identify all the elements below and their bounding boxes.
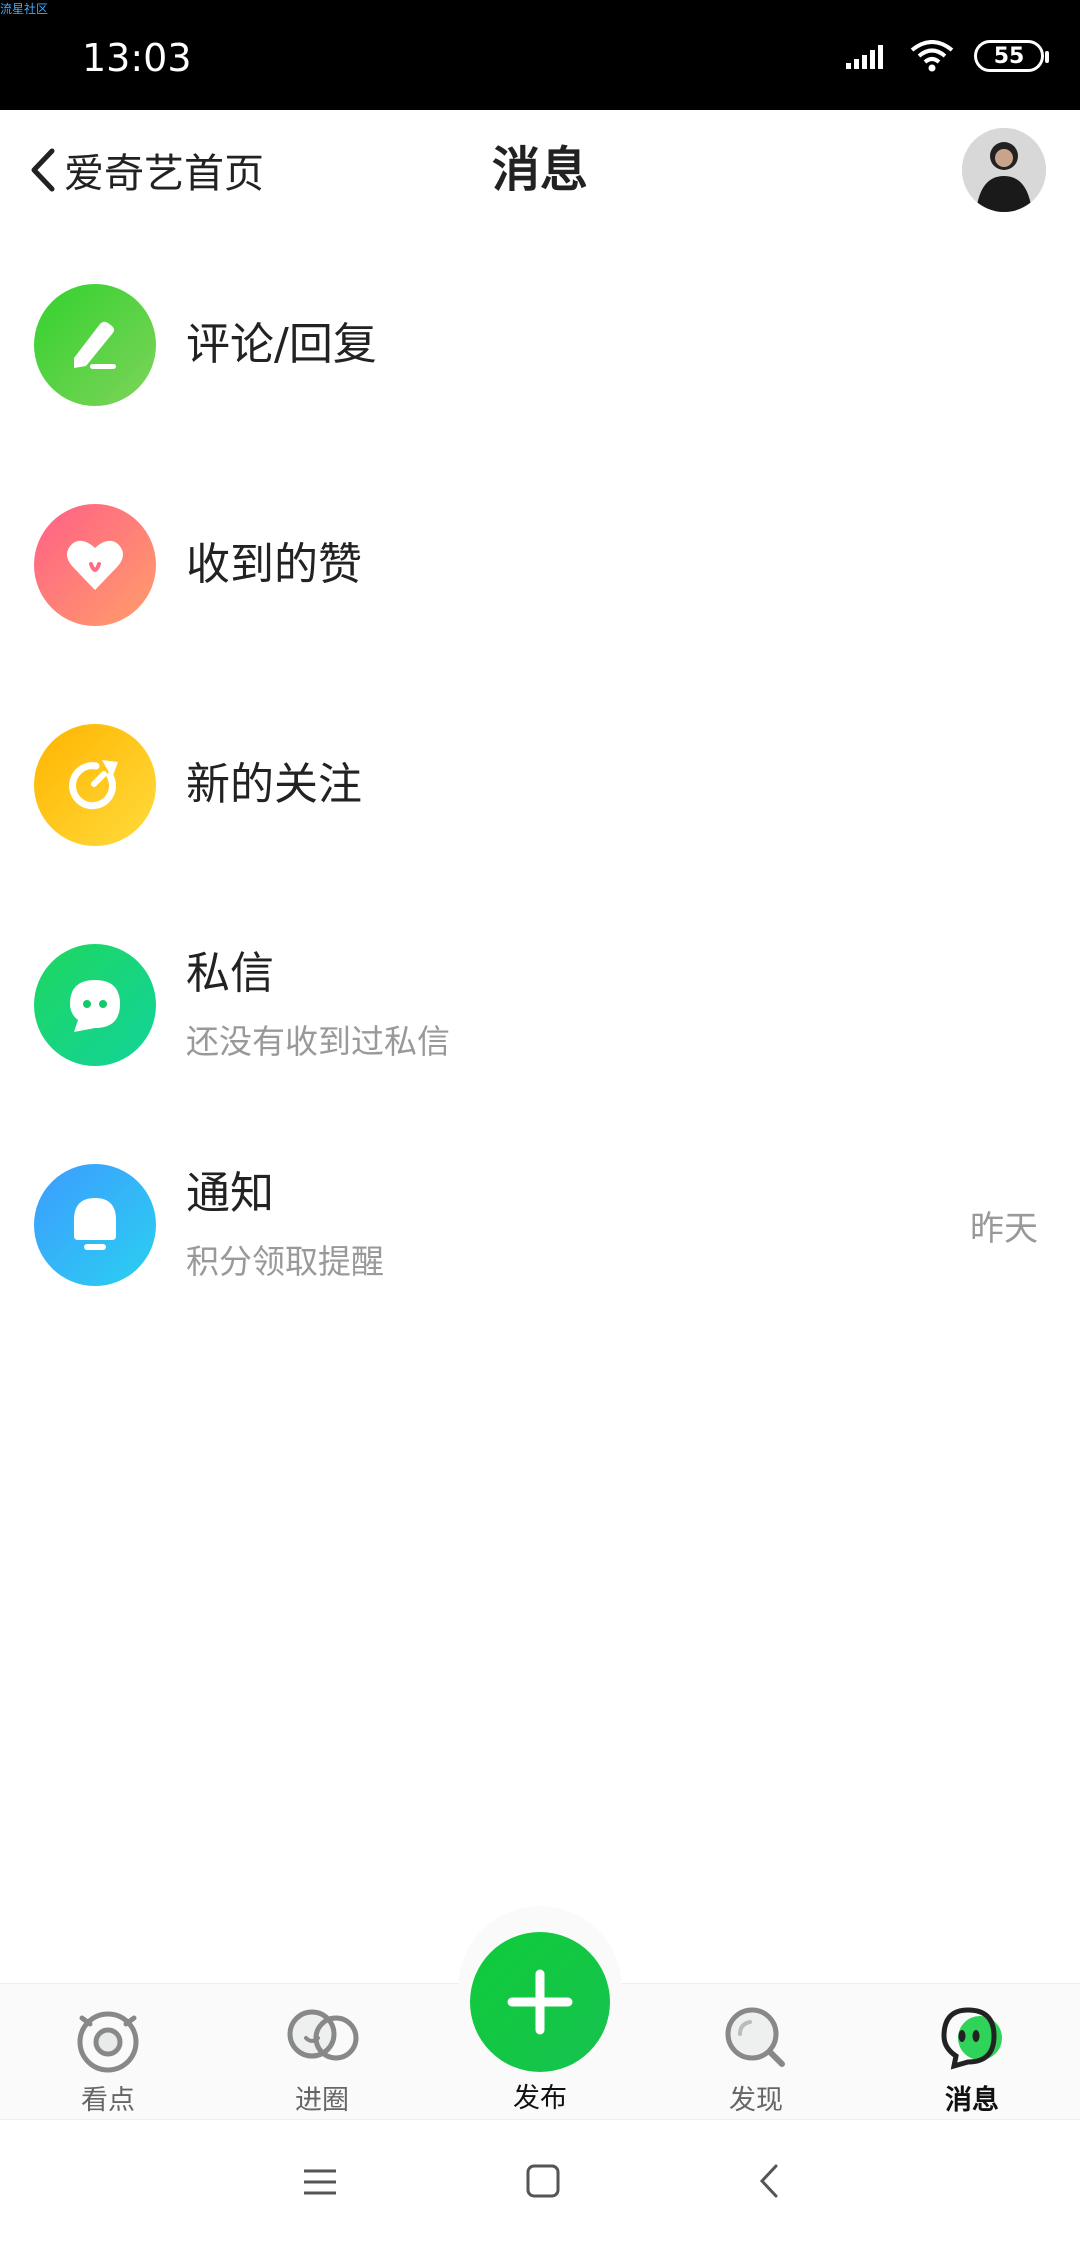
row-icon-bg bbox=[34, 504, 156, 626]
status-corner-label: 流星社区 bbox=[0, 2, 49, 16]
nav-label: 进圈 bbox=[295, 2085, 349, 2116]
battery-level: 55 bbox=[993, 43, 1025, 69]
row-subtitle: 积分领取提醒 bbox=[186, 1242, 384, 1281]
battery-indicator: 55 bbox=[974, 40, 1049, 72]
row-title: 评论/回复 bbox=[186, 319, 377, 370]
nav-tab-kandian[interactable]: 看点 bbox=[28, 1984, 188, 2120]
row-text: 通知 积分领取提醒 bbox=[186, 1166, 384, 1284]
nav-label: 消息 bbox=[945, 2085, 999, 2116]
list-item-likes[interactable]: 收到的赞 bbox=[0, 455, 1080, 675]
nav-label: 发现 bbox=[729, 2085, 783, 2116]
follow-icon bbox=[69, 760, 118, 810]
eye-watch-icon bbox=[77, 2011, 139, 2073]
message-list: 评论/回复 收到的赞 新的关注 私信 还没有收到过私信 通知 积分领取提醒 昨天 bbox=[0, 235, 1080, 1335]
menu-icon[interactable] bbox=[302, 2164, 338, 2200]
nav-label: 看点 bbox=[81, 2085, 135, 2116]
circles-icon bbox=[287, 2009, 359, 2061]
signal-icon bbox=[846, 45, 883, 69]
status-icons: 55 bbox=[846, 40, 1049, 72]
pencil-icon bbox=[74, 321, 116, 369]
row-title: 新的关注 bbox=[186, 759, 362, 810]
back-icon[interactable] bbox=[754, 2162, 784, 2200]
row-icon-bg bbox=[34, 944, 156, 1066]
header: 爱奇艺首页 消息 bbox=[0, 110, 1080, 235]
system-nav-bar bbox=[0, 2119, 1080, 2248]
status-time: 13:03 bbox=[82, 36, 192, 80]
row-title: 私信 bbox=[186, 948, 274, 999]
message-face-icon bbox=[941, 2007, 1002, 2070]
row-text: 新的关注 bbox=[186, 757, 362, 813]
row-icon-bg bbox=[34, 284, 156, 406]
row-icon-bg bbox=[34, 724, 156, 846]
wifi-icon bbox=[910, 40, 954, 72]
avatar[interactable] bbox=[962, 128, 1046, 212]
list-item-comments[interactable]: 评论/回复 bbox=[0, 235, 1080, 455]
nav-tab-discover[interactable]: 发现 bbox=[676, 1984, 836, 2120]
nav-tab-jinquan[interactable]: 进圈 bbox=[242, 1984, 402, 2120]
bell-icon bbox=[74, 1198, 116, 1250]
publish-button[interactable] bbox=[470, 1932, 610, 2072]
row-text: 评论/回复 bbox=[186, 317, 377, 373]
nav-tab-messages[interactable]: 消息 bbox=[892, 1984, 1052, 2120]
row-title: 通知 bbox=[186, 1168, 274, 1219]
discover-search-icon bbox=[725, 2007, 785, 2067]
chat-bubble-icon bbox=[70, 980, 120, 1032]
publish-label: 发布 bbox=[513, 2083, 567, 2114]
home-icon[interactable] bbox=[524, 2162, 562, 2200]
heart-icon bbox=[67, 540, 123, 590]
page-title: 消息 bbox=[491, 142, 588, 198]
row-subtitle: 还没有收到过私信 bbox=[186, 1022, 450, 1061]
plus-icon bbox=[507, 1969, 573, 2035]
list-item-new-followers[interactable]: 新的关注 bbox=[0, 675, 1080, 895]
row-icon-bg bbox=[34, 1164, 156, 1286]
status-bar: 流星社区 13:03 55 bbox=[0, 0, 1080, 110]
list-item-private-messages[interactable]: 私信 还没有收到过私信 bbox=[0, 895, 1080, 1115]
row-title: 收到的赞 bbox=[186, 539, 362, 590]
row-text: 私信 还没有收到过私信 bbox=[186, 946, 450, 1064]
list-item-notifications[interactable]: 通知 积分领取提醒 昨天 bbox=[0, 1115, 1080, 1335]
row-timestamp: 昨天 bbox=[970, 1208, 1038, 1249]
row-text: 收到的赞 bbox=[186, 537, 362, 593]
